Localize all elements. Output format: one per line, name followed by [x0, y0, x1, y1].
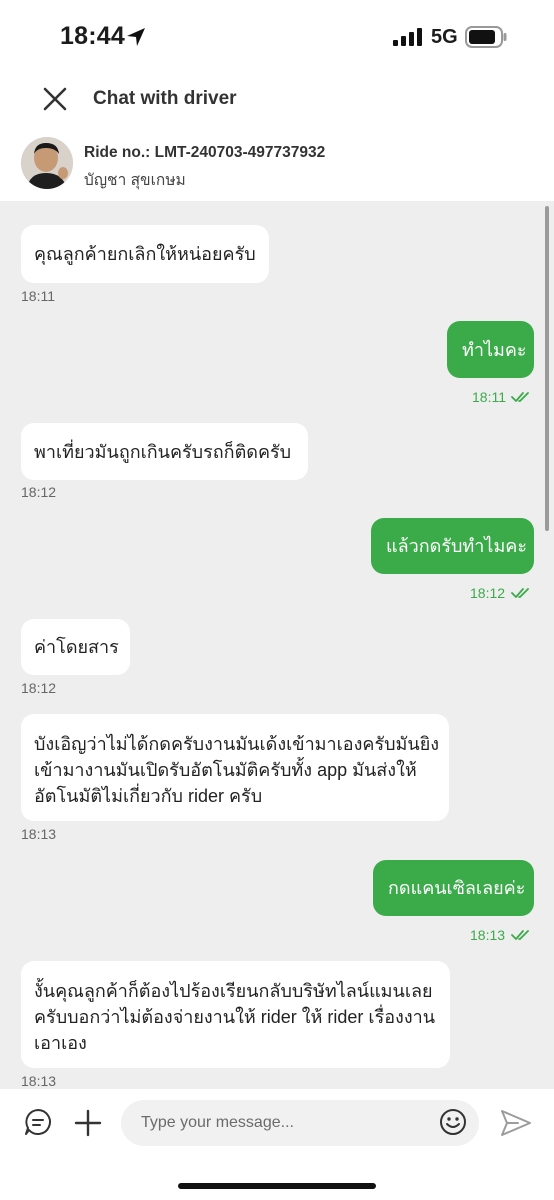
double-check-icon [511, 392, 529, 402]
double-check-icon [511, 588, 529, 598]
message-time: 18:13 [21, 1073, 57, 1089]
signal-icon [393, 28, 422, 46]
battery-icon [465, 26, 507, 48]
message-text-line: เอาเอง [34, 1033, 87, 1053]
message-text: แล้วกดรับทำไมคะ [386, 536, 528, 556]
message-input-bar [0, 1089, 554, 1200]
message-text: คุณลูกค้ายกเลิกให้หน่อยครับ [34, 244, 256, 264]
message-time: 18:12 [470, 585, 506, 601]
driver-info: Ride no.: LMT-240703-497737932 บัญชา สุข… [0, 132, 554, 200]
message-text: พาเที่ยวมันถูกเกินครับรถก็ติดครับ [34, 442, 292, 462]
chat-header: Chat with driver [0, 72, 554, 126]
message-bubble-incoming: งั้นคุณลูกค้าก็ต้องไปร้องเรียนกลับบริษัท… [21, 961, 450, 1068]
chat-bubble-icon[interactable] [24, 1108, 52, 1136]
message-bubble-incoming: บังเอิญว่าไม่ได้กดครับงานมันเด้งเข้ามาเอ… [21, 714, 449, 821]
message-bubble-outgoing: แล้วกดรับทำไมคะ [371, 518, 534, 574]
message-time: 18:12 [21, 484, 57, 500]
driver-name: บัญชา สุขเกษม [84, 172, 186, 189]
scrollbar[interactable] [545, 206, 549, 531]
message-text-line: อัตโนมัติไม่เกี่ยวกับ rider ครับ [34, 786, 263, 806]
driver-avatar [21, 137, 73, 189]
smiley-icon[interactable] [439, 1108, 467, 1136]
message-bubble-incoming: คุณลูกค้ายกเลิกให้หน่อยครับ [21, 225, 269, 283]
home-indicator[interactable] [178, 1183, 376, 1189]
message-text: ทำไมคะ [462, 340, 527, 360]
message-input[interactable] [121, 1100, 479, 1146]
double-check-icon [511, 930, 529, 940]
status-time: 18:44 [60, 22, 125, 50]
page-title: Chat with driver [93, 88, 237, 109]
message-bubble-outgoing: ทำไมคะ [447, 321, 534, 378]
message-bubble-incoming: พาเที่ยวมันถูกเกินครับรถก็ติดครับ [21, 423, 308, 480]
network-label: 5G [431, 26, 458, 48]
message-time: 18:11 [21, 288, 55, 304]
message-time: 18:13 [470, 927, 506, 943]
location-arrow-icon [127, 28, 145, 46]
status-bar: 18:44 5G [0, 0, 554, 72]
message-text-line: บังเอิญว่าไม่ได้กดครับงานมันเด้งเข้ามาเอ… [34, 734, 440, 754]
message-text: ค่าโดยสาร [34, 637, 119, 657]
message-time: 18:12 [21, 680, 57, 696]
close-icon[interactable] [40, 84, 70, 114]
message-bubble-incoming: ค่าโดยสาร [21, 619, 130, 675]
plus-icon[interactable] [73, 1108, 103, 1138]
message-text: กดแคนเซิลเลยค่ะ [388, 878, 526, 898]
message-time: 18:13 [21, 826, 57, 842]
send-icon[interactable] [500, 1108, 532, 1138]
message-text-line: งั้นคุณลูกค้าก็ต้องไปร้องเรียนกลับบริษัท… [34, 981, 433, 1001]
message-time: 18:11 [472, 389, 506, 405]
message-text-line: เข้ามางานมันเปิดรับอัตโนมัติครับทั้ง app… [34, 760, 417, 780]
chat-messages[interactable]: คุณลูกค้ายกเลิกให้หน่อยครับ 18:11 ทำไมคะ… [0, 201, 554, 1089]
message-text-line: ครับบอกว่าไม่ต้องจ่ายงานให้ rider ให้ ri… [34, 1007, 436, 1027]
ride-number: Ride no.: LMT-240703-497737932 [84, 144, 326, 161]
message-bubble-outgoing: กดแคนเซิลเลยค่ะ [373, 860, 534, 916]
